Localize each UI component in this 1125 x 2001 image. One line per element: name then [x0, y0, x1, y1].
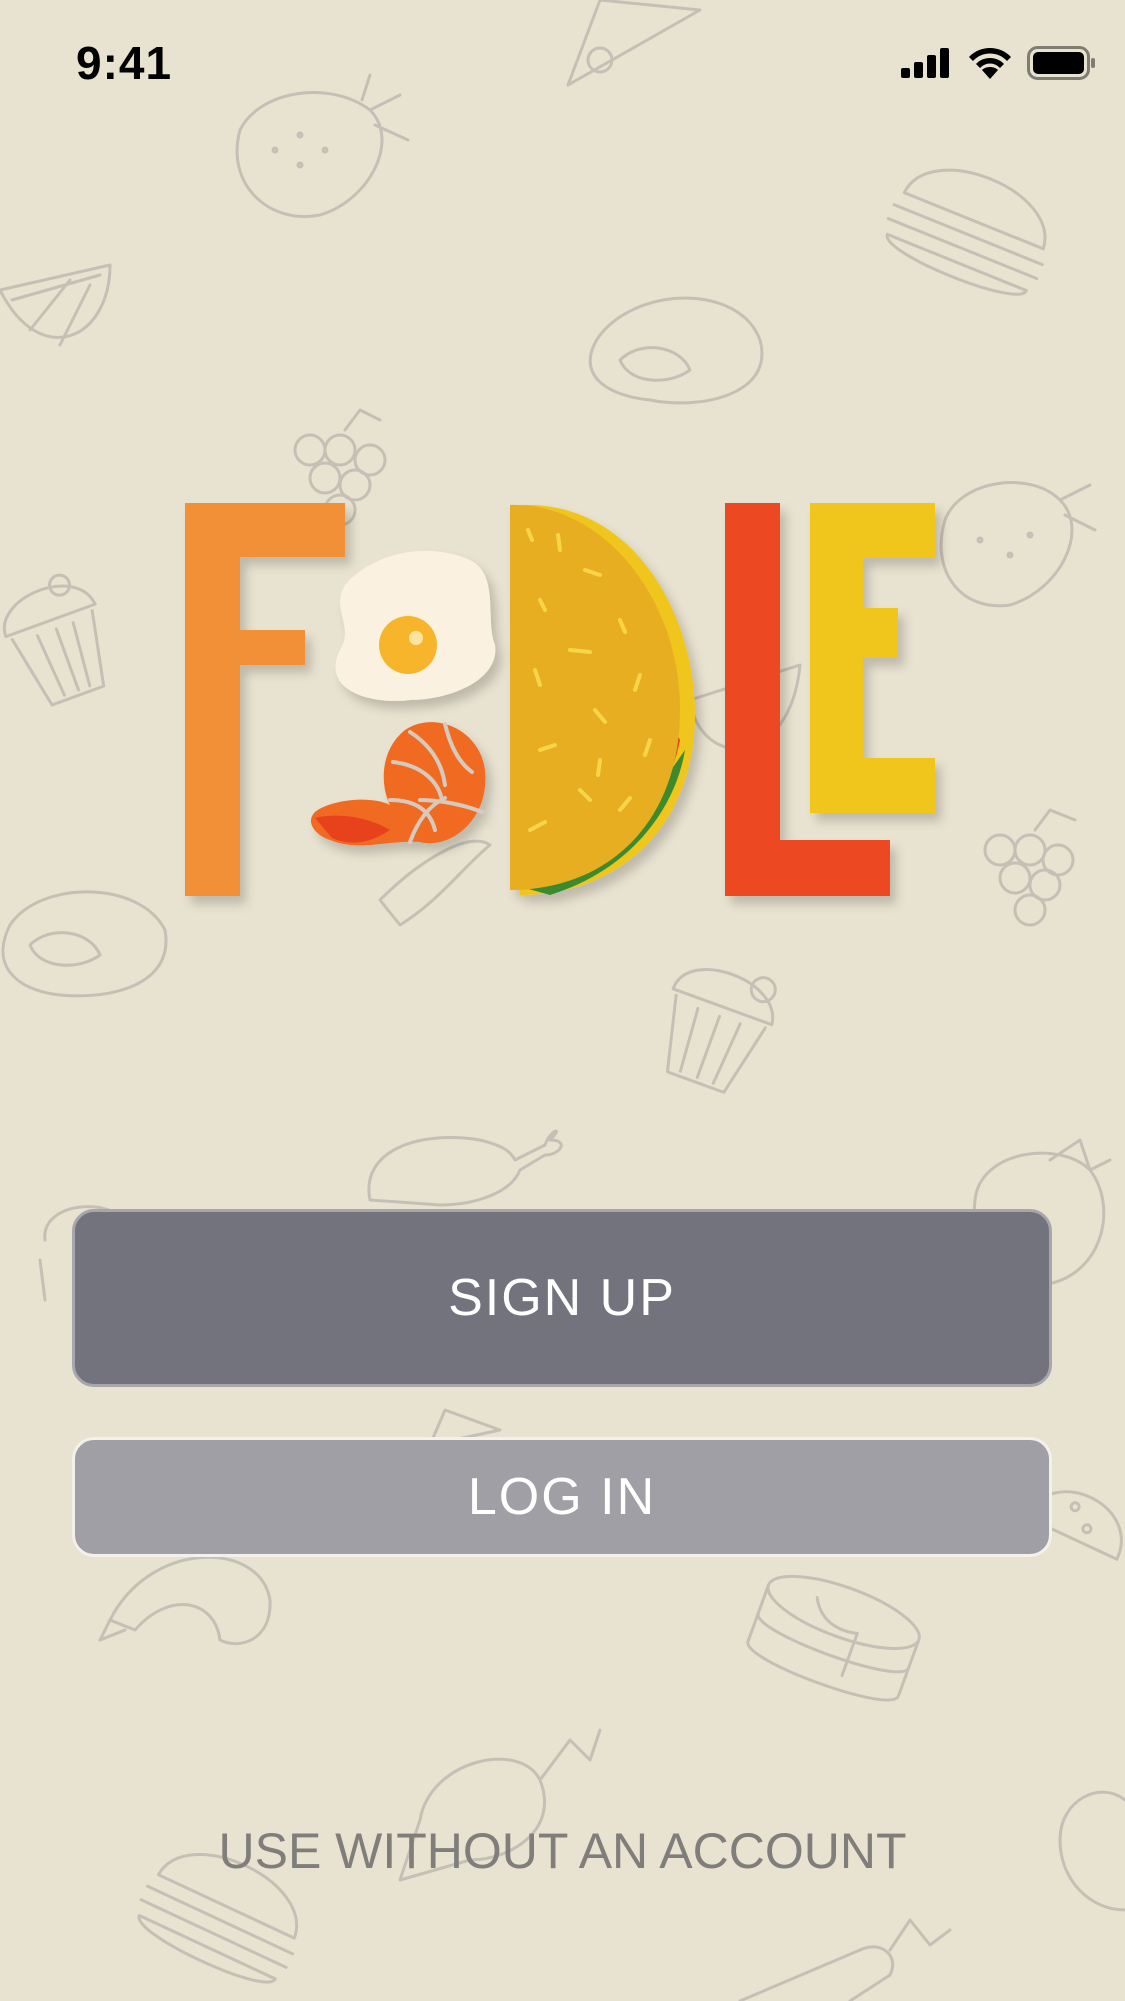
shrimp-doodle-icon: [98, 1555, 272, 1646]
sign-up-label: SIGN UP: [448, 1269, 676, 1327]
status-time: 9:41: [76, 37, 173, 89]
foodle-logo: [185, 503, 935, 896]
log-in-button[interactable]: LOG IN: [72, 1437, 1052, 1557]
cellular-signal-icon: [901, 48, 949, 78]
logo-letter-l: [725, 503, 890, 896]
lemon-slice-doodle-icon: [0, 263, 112, 347]
burger-doodle-icon: [885, 168, 1047, 296]
welcome-screen: 9:41 SIGN UP LOG IN USE WITHOUT AN ACCOU…: [0, 0, 1125, 2001]
carrot-doodle-icon: [738, 1918, 952, 2001]
log-in-label: LOG IN: [467, 1468, 657, 1526]
egg-icon: [335, 550, 496, 701]
pancakes-doodle-icon: [746, 1574, 921, 1702]
steak-doodle-icon: [588, 296, 764, 405]
taco-icon: [510, 504, 695, 895]
status-icons: [901, 46, 1097, 80]
wifi-icon: [969, 48, 1011, 79]
status-bar: 9:41: [0, 0, 1125, 132]
cupcake-doodle-icon: [2, 573, 106, 707]
logo-letter-e: [810, 503, 935, 813]
chicken-leg-doodle-icon: [367, 1129, 563, 1207]
use-without-account-link[interactable]: USE WITHOUT AN ACCOUNT: [0, 1822, 1125, 1880]
shrimp-icon: [310, 722, 486, 846]
logo-letter-f: [185, 503, 345, 896]
sign-up-button[interactable]: SIGN UP: [72, 1209, 1052, 1387]
food-doodle-background: [0, 0, 1125, 2001]
battery-icon: [1027, 46, 1095, 80]
grapes-doodle-icon: [983, 808, 1077, 927]
cupcake-doodle-icon: [665, 968, 777, 1094]
steak-doodle-icon: [1, 890, 168, 998]
strawberry-doodle-icon: [939, 481, 1097, 608]
